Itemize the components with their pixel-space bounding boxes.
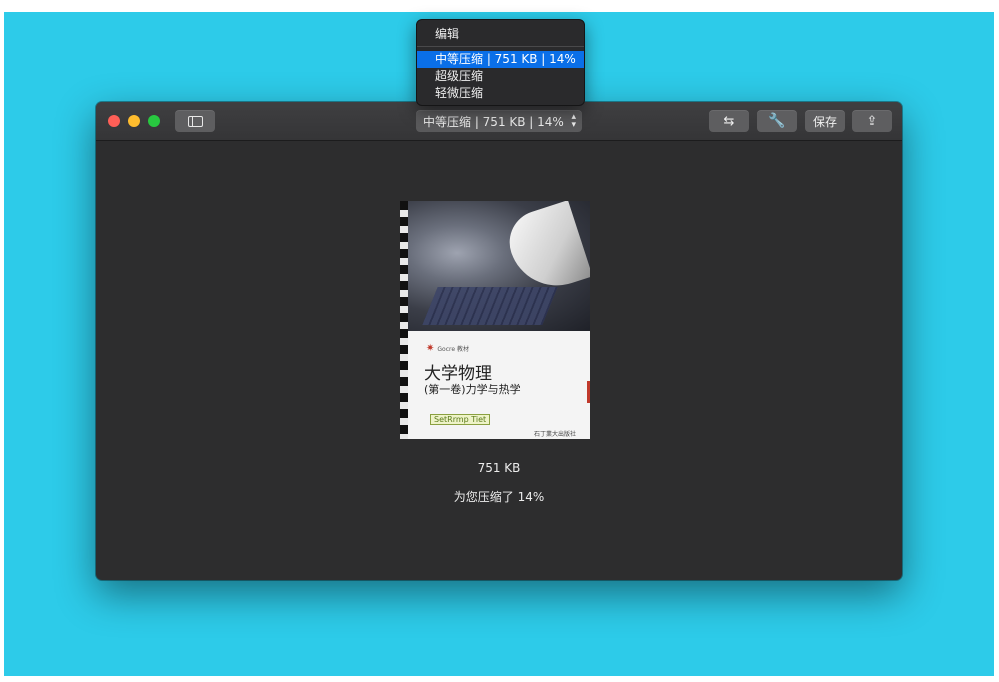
cover-publisher: 石丁業大出版社 bbox=[533, 431, 576, 438]
cover-series-logo: ✷ Gocre 教材 bbox=[426, 343, 469, 354]
file-size-label: 751 KB bbox=[477, 461, 521, 475]
menu-separator bbox=[417, 46, 584, 47]
compare-button[interactable]: ⇆ bbox=[709, 110, 749, 132]
menu-item-light-compression[interactable]: 轻微压缩 bbox=[417, 85, 584, 102]
zoom-button[interactable] bbox=[148, 115, 160, 127]
settings-button[interactable]: 🔧 bbox=[757, 110, 797, 132]
satellite-panel-graphic bbox=[422, 287, 558, 325]
menu-item-super-compression[interactable]: 超级压缩 bbox=[417, 68, 584, 85]
app-window: 中等压缩 | 751 KB | 14% ▴ ▾ ⇆ 🔧 保存 ⇪ ✷ Gocre 教… bbox=[96, 102, 902, 580]
compression-selector[interactable]: 中等压缩 | 751 KB | 14% ▴ ▾ bbox=[416, 110, 582, 132]
menu-item-medium-compression[interactable]: 中等压缩 | 751 KB | 14% bbox=[417, 51, 584, 68]
logo-icon: ✷ bbox=[426, 343, 435, 354]
cover-series-text: Gocre 教材 bbox=[437, 346, 469, 353]
share-icon: ⇪ bbox=[866, 113, 878, 129]
sidebar-toggle-button[interactable] bbox=[175, 110, 215, 132]
sidebar-icon bbox=[187, 115, 203, 127]
image-preview: ✷ Gocre 教材 大学物理 (第一卷)力学与热学 SetRrmp Tiet 石… bbox=[400, 201, 590, 439]
spiral-binding bbox=[400, 201, 408, 439]
save-button[interactable]: 保存 bbox=[805, 110, 845, 132]
cover-stamp: SetRrmp Tiet bbox=[430, 414, 491, 425]
save-button-label: 保存 bbox=[812, 114, 837, 129]
share-button[interactable]: ⇪ bbox=[852, 110, 892, 132]
cover-red-tab bbox=[587, 381, 590, 403]
minimize-button[interactable] bbox=[128, 115, 140, 127]
menu-header-edit[interactable]: 编辑 bbox=[435, 25, 459, 42]
compression-saved-label: 为您压缩了 14% bbox=[453, 490, 545, 504]
close-button[interactable] bbox=[108, 115, 120, 127]
title-bar: 中等压缩 | 751 KB | 14% ▴ ▾ ⇆ 🔧 保存 ⇪ bbox=[96, 102, 902, 141]
compression-dropdown-menu: 编辑 中等压缩 | 751 KB | 14% 超级压缩 轻微压缩 bbox=[416, 19, 585, 106]
updown-chevron-icon: ▴ ▾ bbox=[571, 112, 576, 130]
wrench-icon: 🔧 bbox=[768, 113, 786, 129]
cover-subtitle: (第一卷)力学与热学 bbox=[424, 383, 521, 396]
compression-selector-label: 中等压缩 | 751 KB | 14% bbox=[423, 114, 564, 129]
swap-arrows-icon: ⇆ bbox=[723, 113, 735, 129]
